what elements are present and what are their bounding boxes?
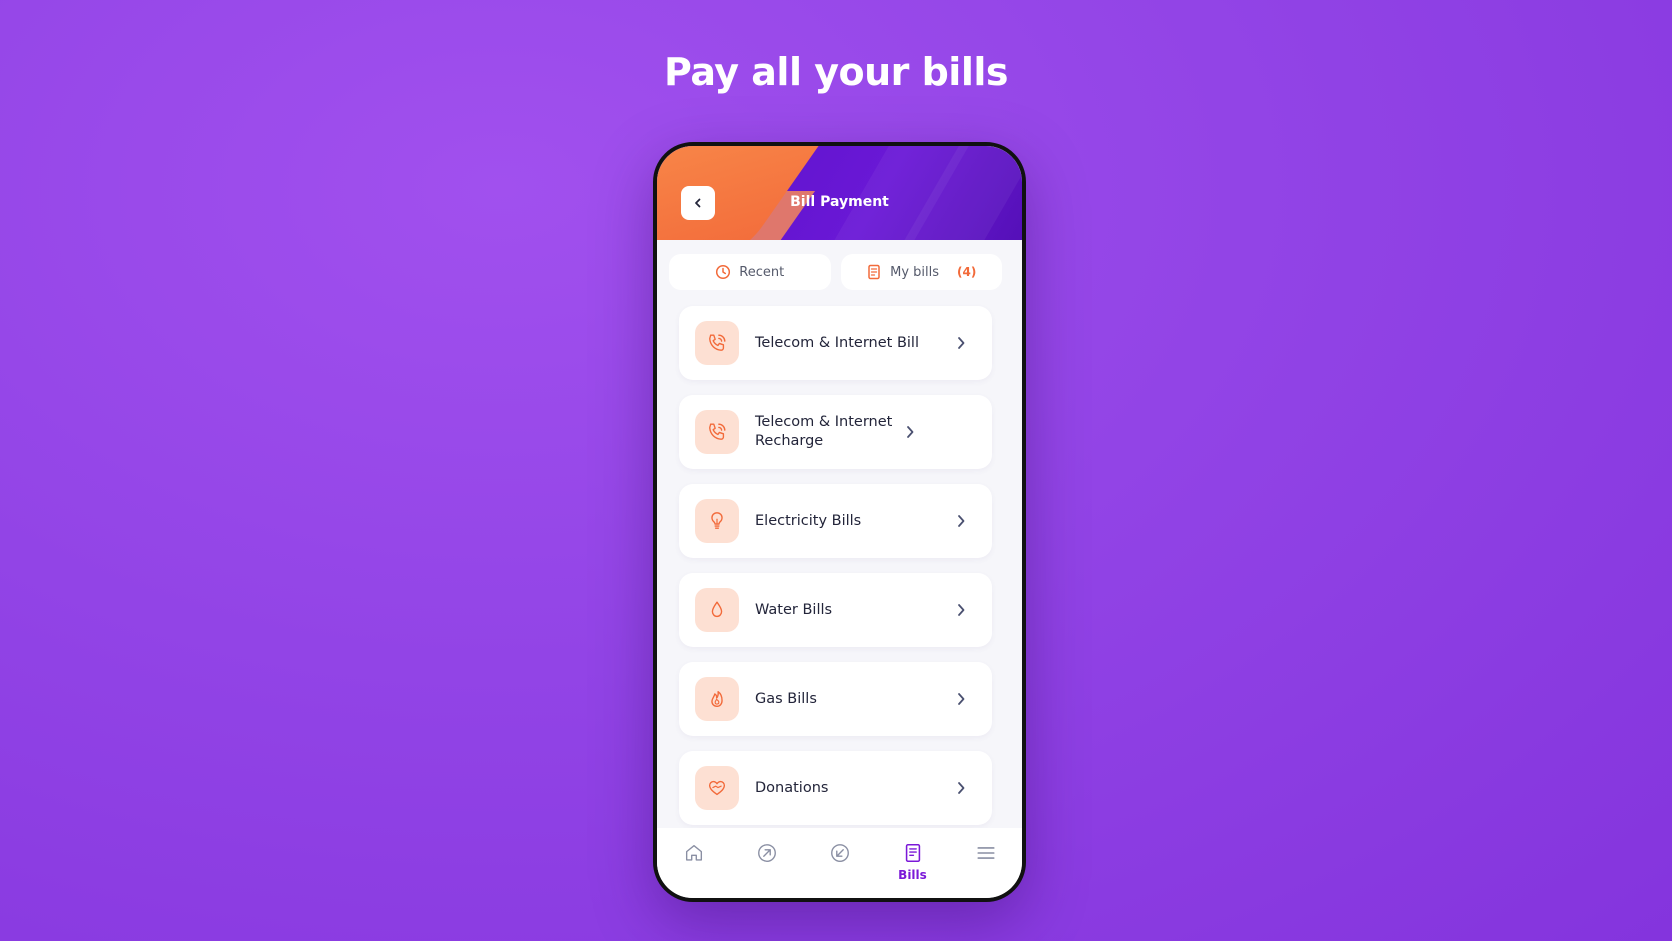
tab-my-bills-label: My bills: [890, 264, 940, 280]
item-label: Electricity Bills: [755, 512, 862, 529]
item-icon-box: [695, 588, 739, 632]
list-item-gas-bills[interactable]: Gas Bills: [679, 662, 992, 736]
chevron-right-icon: [956, 514, 966, 528]
menu-icon: [976, 847, 995, 859]
item-icon-box: [695, 499, 739, 543]
water-drop-icon: [711, 601, 723, 618]
item-label: Gas Bills: [755, 690, 817, 707]
bottom-navigation: Bills: [657, 828, 1022, 898]
flame-icon: [711, 690, 723, 708]
page-headline: Pay all your bills: [663, 50, 1009, 94]
item-icon-box: [695, 321, 739, 365]
app-header: Bill Payment: [657, 146, 1022, 240]
bill-tabs: Recent My bills (4): [669, 254, 1002, 290]
nav-home[interactable]: [669, 842, 719, 864]
heart-hand-icon: [708, 780, 726, 796]
nav-receive[interactable]: [815, 842, 865, 864]
send-icon: [757, 844, 776, 862]
list-item-telecom-internet-recharge[interactable]: Telecom & Internet Recharge: [679, 395, 992, 469]
list-item-water-bills[interactable]: Water Bills: [679, 573, 992, 647]
chevron-right-icon: [956, 692, 966, 706]
bills-icon: [905, 843, 920, 863]
item-label: Telecom & Internet Recharge: [755, 414, 893, 449]
item-icon-box: [695, 410, 739, 454]
chevron-right-icon: [956, 781, 966, 795]
chevron-right-icon: [956, 336, 966, 350]
item-label: Water Bills: [755, 601, 833, 618]
tab-my-bills[interactable]: My bills (4): [840, 254, 1002, 290]
clock-icon: [716, 264, 731, 280]
tab-recent-label: Recent: [739, 264, 785, 280]
item-icon-box: [695, 766, 739, 810]
nav-bills[interactable]: Bills: [888, 842, 938, 882]
nav-bills-label: Bills: [898, 868, 927, 882]
chevron-right-icon: [905, 425, 915, 439]
list-item-telecom-internet-bill[interactable]: Telecom & Internet Bill: [679, 306, 992, 380]
header-title: Bill Payment: [790, 194, 889, 210]
chevron-right-icon: [956, 603, 966, 617]
item-label: Telecom & Internet Bill: [755, 334, 919, 351]
phone-icon: [709, 334, 726, 351]
item-icon-box: [695, 677, 739, 721]
bills-count-badge: (4): [957, 265, 977, 279]
phone-frame: Bill Payment Recent My bills (4) Telecom…: [653, 142, 1026, 902]
bill-category-list: Telecom & Internet Bill Telecom & Intern…: [679, 306, 992, 840]
list-item-electricity-bills[interactable]: Electricity Bills: [679, 484, 992, 558]
nav-send[interactable]: [742, 842, 792, 864]
nav-menu[interactable]: [961, 842, 1011, 864]
phone-icon: [709, 423, 726, 440]
item-label: Donations: [755, 779, 829, 796]
tab-recent[interactable]: Recent: [669, 254, 831, 290]
list-item-donations[interactable]: Donations: [679, 751, 992, 825]
lightbulb-icon: [711, 512, 723, 529]
receipt-icon: [868, 264, 880, 280]
home-icon: [685, 844, 702, 861]
receive-icon: [830, 844, 849, 862]
